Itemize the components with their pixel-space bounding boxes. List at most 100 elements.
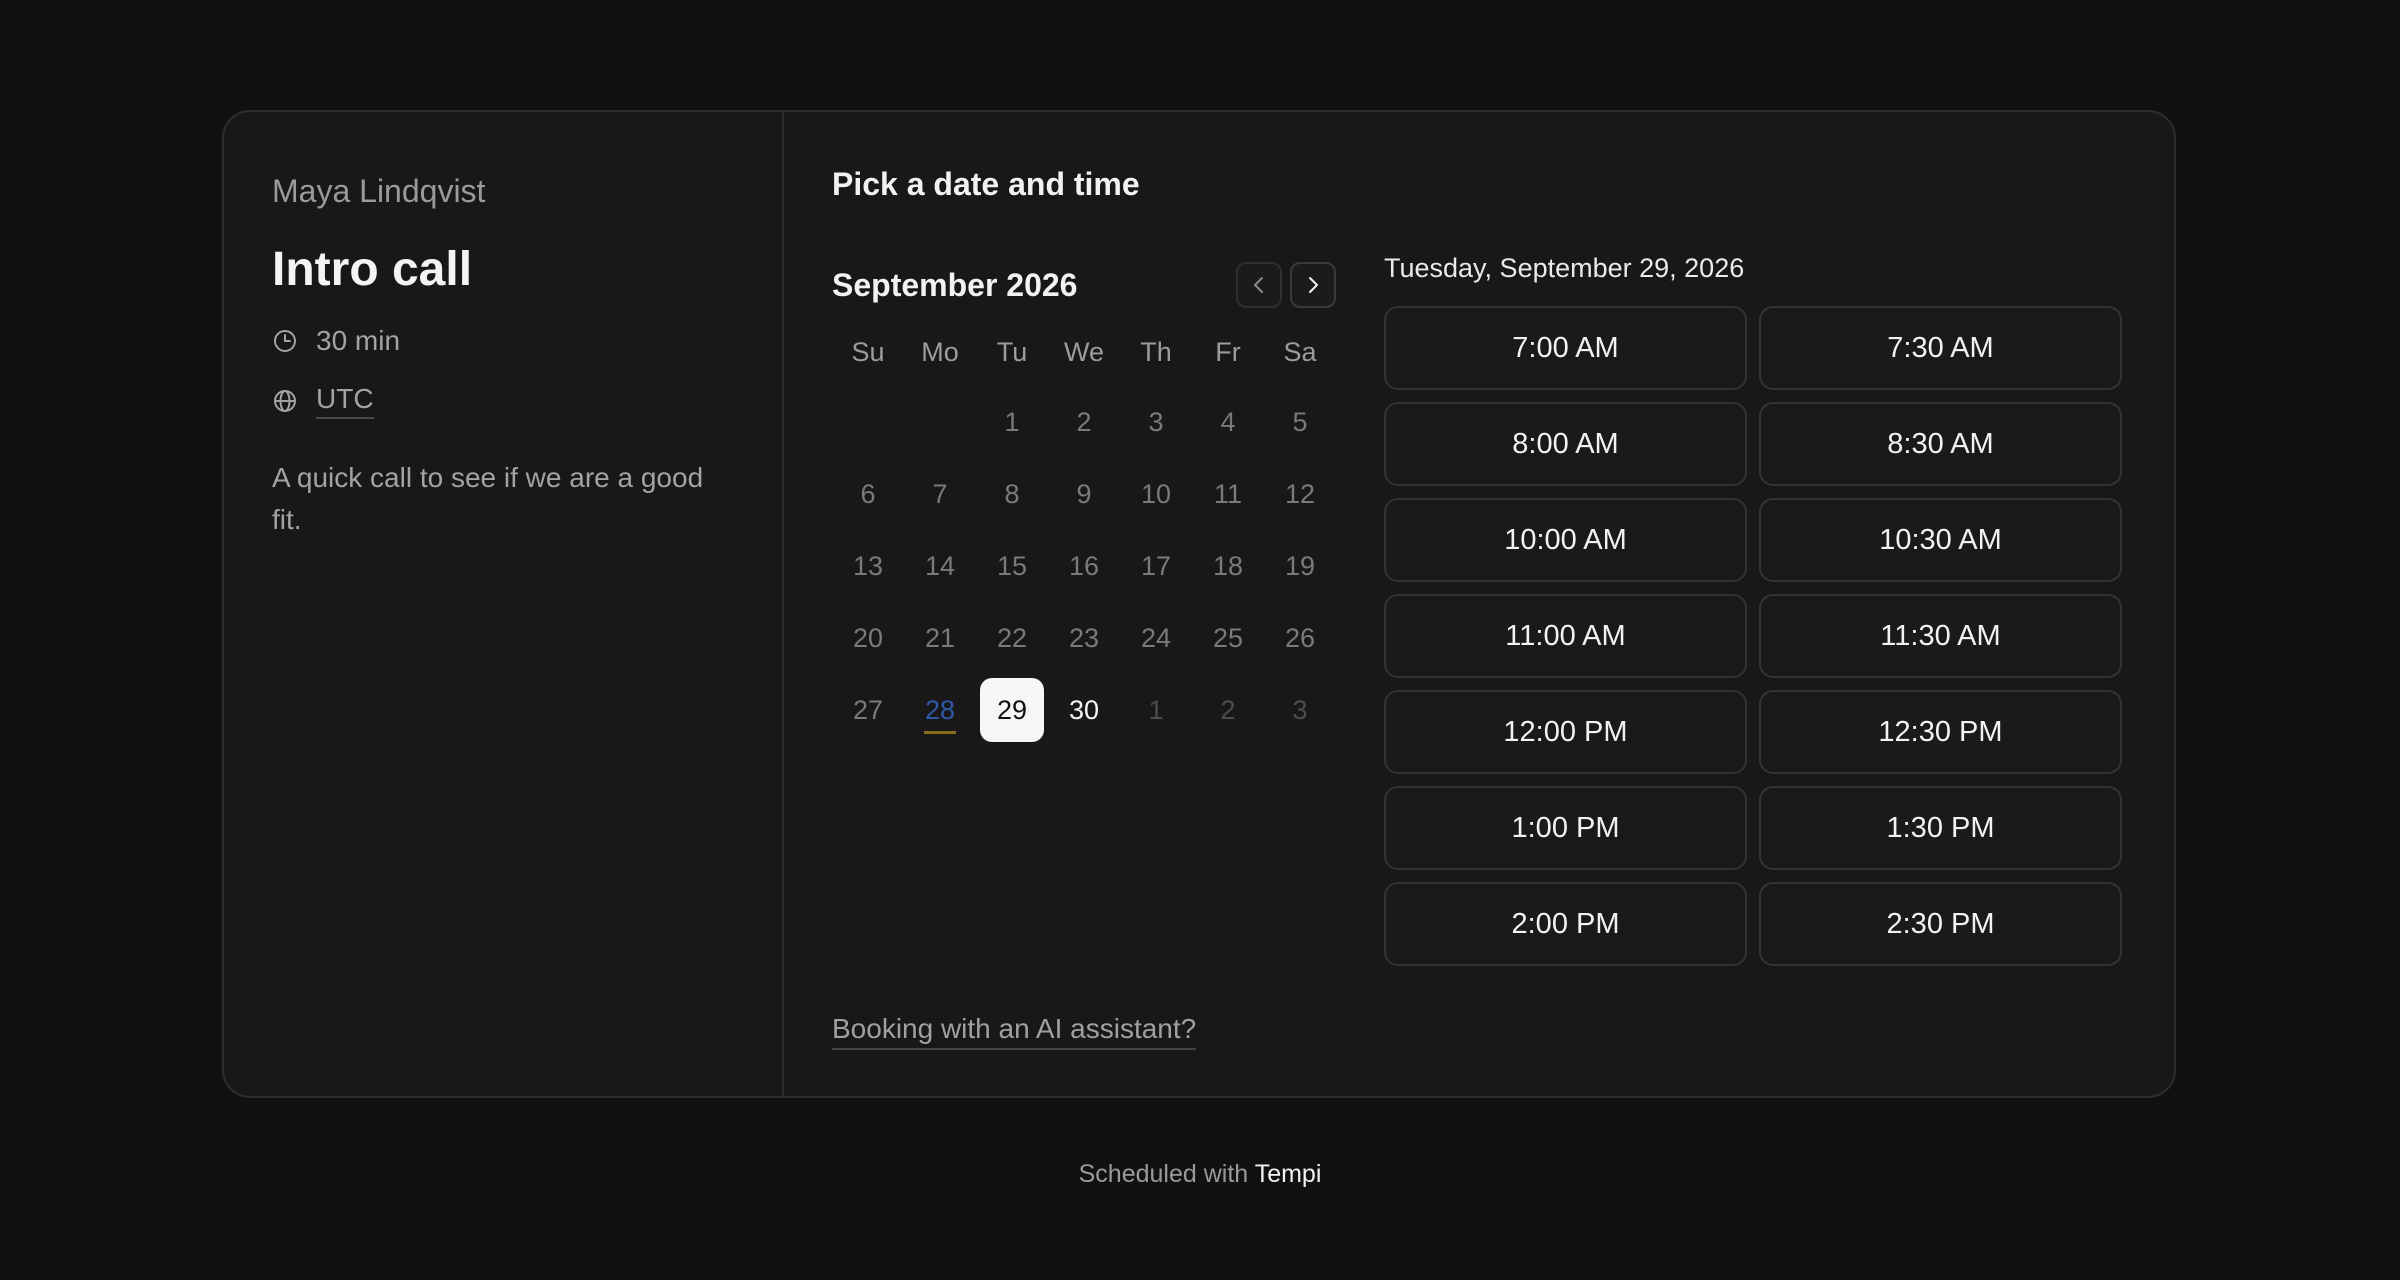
booking-panel: Pick a date and time September 2026 Su M… xyxy=(784,112,2174,1096)
time-slot-button[interactable]: 11:30 AM xyxy=(1759,594,2122,678)
calendar-day-empty xyxy=(832,390,904,454)
footer-prefix: Scheduled with xyxy=(1078,1160,1249,1188)
day-label: 18 xyxy=(1212,550,1244,581)
time-slot-button[interactable]: 11:00 AM xyxy=(1384,594,1747,678)
time-slot-button[interactable]: 12:00 PM xyxy=(1384,690,1747,774)
calendar-day-selected[interactable]: 29 xyxy=(976,678,1048,742)
calendar-day: 3 xyxy=(1264,678,1336,742)
time-slot-button[interactable]: 7:00 AM xyxy=(1384,306,1747,390)
weekday-header: Su Mo Tu We Th Fr Sa xyxy=(832,332,1336,372)
chevron-left-icon xyxy=(1254,277,1263,293)
time-slots-panel: Tuesday, September 29, 2026 7:00 AM 7:30 … xyxy=(1384,248,2122,966)
day-label: 6 xyxy=(860,478,876,509)
calendar-day: 21 xyxy=(904,606,976,670)
day-label: 15 xyxy=(996,550,1028,581)
calendar-day-empty xyxy=(904,390,976,454)
time-slot-button[interactable]: 2:30 PM xyxy=(1759,882,2122,966)
calendar-day: 13 xyxy=(832,534,904,598)
calendar-day[interactable]: 30 xyxy=(1048,678,1120,742)
time-slot-button[interactable]: 7:30 AM xyxy=(1759,306,2122,390)
calendar-day: 23 xyxy=(1048,606,1120,670)
day-label: 21 xyxy=(924,622,956,653)
ai-assistant-link[interactable]: Booking with an AI assistant? xyxy=(832,1012,1197,1050)
time-slot-button[interactable]: 12:30 PM xyxy=(1759,690,2122,774)
day-label: 1 xyxy=(1148,694,1164,725)
time-slot-grid: 7:00 AM 7:30 AM 8:00 AM 8:30 AM 10:00 AM 10:3… xyxy=(1384,306,2122,966)
day-label: 22 xyxy=(996,622,1028,653)
day-label: 13 xyxy=(852,550,884,581)
next-month-button[interactable] xyxy=(1290,262,1336,308)
time-slot-button[interactable]: 1:00 PM xyxy=(1384,786,1747,870)
day-label: 9 xyxy=(1076,478,1092,509)
day-label: 3 xyxy=(1292,694,1308,725)
day-label: 25 xyxy=(1212,622,1244,653)
calendar-day: 25 xyxy=(1192,606,1264,670)
calendar-day: 19 xyxy=(1264,534,1336,598)
event-description: A quick call to see if we are a good fit… xyxy=(272,462,704,536)
time-slot-button[interactable]: 10:30 AM xyxy=(1759,498,2122,582)
day-label: 12 xyxy=(1284,478,1316,509)
booking-title: Pick a date and time xyxy=(832,166,1140,202)
calendar-day: 10 xyxy=(1120,462,1192,526)
day-grid: 1 2 3 4 5 6 7 8 9 10 11 12 13 14 15 16 17 18 19 20 21 22 23 24 2… xyxy=(832,390,1336,742)
event-title: Intro call xyxy=(272,243,473,297)
calendar-day: 2 xyxy=(1048,390,1120,454)
day-label: 23 xyxy=(1068,622,1100,653)
calendar-day: 20 xyxy=(832,606,904,670)
calendar: September 2026 Su Mo Tu We Th Fr Sa 1234567 xyxy=(832,260,1336,742)
day-label: 20 xyxy=(852,622,884,653)
time-slot-button[interactable]: 1:30 PM xyxy=(1759,786,2122,870)
calendar-day: 6 xyxy=(832,462,904,526)
calendar-day: 27 xyxy=(832,678,904,742)
footer-brand[interactable]: Tempi xyxy=(1255,1160,1322,1188)
calendar-day: 4 xyxy=(1192,390,1264,454)
weekday-label: We xyxy=(1063,337,1104,367)
globe-icon xyxy=(272,388,298,414)
day-label: 29 xyxy=(980,678,1044,742)
time-slot-button[interactable]: 10:00 AM xyxy=(1384,498,1747,582)
calendar-day: 1 xyxy=(1120,678,1192,742)
day-label: 26 xyxy=(1284,622,1316,653)
timezone-row: UTC xyxy=(272,383,734,420)
weekday-label: Tu xyxy=(996,337,1028,367)
clock-icon xyxy=(272,328,298,354)
day-label: 19 xyxy=(1284,550,1316,581)
calendar-header: September 2026 xyxy=(832,260,1336,310)
time-slot-button[interactable]: 8:00 AM xyxy=(1384,402,1747,486)
day-label: 16 xyxy=(1068,550,1100,581)
calendar-day: 2 xyxy=(1192,678,1264,742)
prev-month-button[interactable] xyxy=(1236,262,1282,308)
calendar-day: 3 xyxy=(1120,390,1192,454)
calendar-day: 12 xyxy=(1264,462,1336,526)
day-label: 11 xyxy=(1213,478,1243,509)
calendar-day: 26 xyxy=(1264,606,1336,670)
chevron-right-icon xyxy=(1309,277,1318,293)
calendar-day: 16 xyxy=(1048,534,1120,598)
day-label: 2 xyxy=(1076,406,1092,437)
time-slot-button[interactable]: 2:00 PM xyxy=(1384,882,1747,966)
calendar-day: 5 xyxy=(1264,390,1336,454)
calendar-day: 17 xyxy=(1120,534,1192,598)
weekday-label: Th xyxy=(1140,337,1172,367)
month-label: September 2026 xyxy=(832,266,1078,303)
calendar-day: 9 xyxy=(1048,462,1120,526)
day-label: 30 xyxy=(1068,694,1100,725)
weekday-label: Mo xyxy=(921,337,959,367)
day-label: 27 xyxy=(852,694,884,725)
duration-row: 30 min xyxy=(272,325,734,357)
day-label: 8 xyxy=(1004,478,1020,509)
day-label: 4 xyxy=(1220,406,1236,437)
event-info-panel: Maya Lindqvist Intro call 30 min UTC A q… xyxy=(224,112,784,1096)
calendar-day: 1 xyxy=(976,390,1048,454)
duration-label: 30 min xyxy=(316,325,401,357)
calendar-day: 22 xyxy=(976,606,1048,670)
timezone-selector[interactable]: UTC xyxy=(316,383,374,420)
calendar-day: 14 xyxy=(904,534,976,598)
time-slot-button[interactable]: 8:30 AM xyxy=(1759,402,2122,486)
day-label: 17 xyxy=(1140,550,1172,581)
calendar-day: 24 xyxy=(1120,606,1192,670)
calendar-day-today: 28 xyxy=(904,678,976,742)
day-label: 5 xyxy=(1292,406,1308,437)
host-name: Maya Lindqvist xyxy=(272,173,486,209)
calendar-day: 15 xyxy=(976,534,1048,598)
